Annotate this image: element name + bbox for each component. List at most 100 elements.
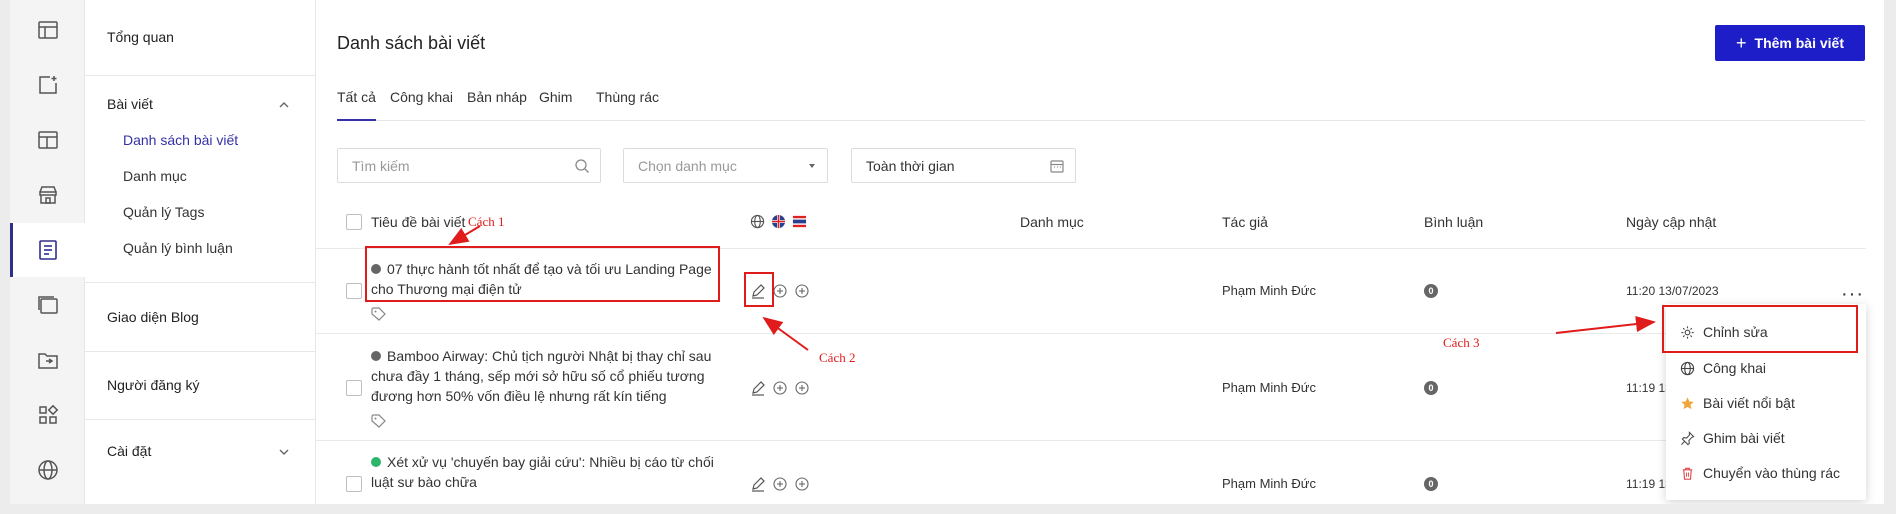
row-checkbox[interactable] [346, 283, 362, 299]
more-actions-icon[interactable]: ··· [1841, 283, 1864, 306]
post-title-link[interactable]: Xét xử vụ 'chuyến bay giải cứu': Nhiều b… [371, 452, 716, 492]
rail-layout-icon[interactable] [10, 113, 85, 167]
post-author: Phạm Minh Đức [1222, 380, 1316, 395]
comment-count-badge: 0 [1424, 477, 1438, 491]
page-title: Danh sách bài viết [337, 33, 486, 53]
col-title[interactable]: Tiêu đề bài viết [371, 214, 465, 230]
add-post-button[interactable]: + Thêm bài viết [1715, 25, 1865, 61]
search-icon [575, 159, 589, 173]
post-title-text: Bamboo Airway: Chủ tịch người Nhật bị th… [371, 348, 712, 404]
menu-pin-label: Ghim bài viết [1703, 430, 1785, 446]
chevron-down-icon[interactable] [277, 445, 291, 459]
post-updated: 11:19 13 [1626, 477, 1672, 491]
divider [85, 351, 316, 352]
secondary-nav: Tổng quan Bài viết Danh sách bài viết Da… [85, 0, 316, 504]
trash-icon [1682, 467, 1693, 480]
select-all-checkbox[interactable] [346, 214, 362, 230]
nav-post-list[interactable]: Danh sách bài viết [123, 132, 238, 148]
annotation-label-1: Cách 1 [468, 214, 505, 229]
scrollbar[interactable] [1884, 0, 1896, 514]
search-input[interactable]: Tìm kiếm [337, 148, 601, 183]
star-icon [1681, 396, 1694, 409]
add-translation-icon[interactable] [794, 380, 810, 396]
app-window: Tổng quan Bài viết Danh sách bài viết Da… [10, 0, 1884, 504]
rail-globe-icon[interactable] [10, 443, 85, 497]
add-translation-icon[interactable] [772, 476, 788, 492]
post-author: Phạm Minh Đức [1222, 283, 1316, 298]
annotation-label-2: Cách 2 [819, 350, 856, 365]
add-translation-icon[interactable] [794, 476, 810, 492]
divider [316, 440, 1866, 441]
annotation-box-menu [1662, 305, 1858, 353]
icon-rail [10, 0, 85, 504]
tag-icon[interactable] [371, 414, 387, 428]
menu-trash[interactable]: Chuyển vào thùng rác [1680, 465, 1840, 481]
main-content: Danh sách bài viết + Thêm bài viết Tất c… [316, 0, 1884, 504]
search-placeholder: Tìm kiếm [352, 157, 410, 174]
row-checkbox[interactable] [346, 476, 362, 492]
nav-posts-section[interactable]: Bài viết [107, 96, 153, 112]
col-updated[interactable]: Ngày cập nhật [1626, 214, 1716, 230]
tab-draft[interactable]: Bản nháp [467, 89, 527, 119]
tab-all[interactable]: Tất cả [337, 89, 376, 121]
rail-media-icon[interactable] [10, 278, 85, 332]
rail-apps-icon[interactable] [10, 388, 85, 442]
menu-featured-label: Bài viết nổi bật [1703, 395, 1795, 411]
language-flags [750, 214, 807, 229]
tag-icon[interactable] [371, 307, 387, 321]
globe-icon [750, 214, 765, 229]
annotation-box-title [365, 246, 720, 302]
rail-dashboard-icon[interactable] [10, 3, 85, 57]
col-comments[interactable]: Bình luận [1424, 214, 1483, 230]
nav-blog-ui[interactable]: Giao diện Blog [107, 309, 199, 325]
post-author: Phạm Minh Đức [1222, 476, 1316, 491]
post-title-text: Xét xử vụ 'chuyến bay giải cứu': Nhiều b… [371, 454, 714, 490]
category-select[interactable]: Chọn danh mục [623, 148, 828, 183]
caret-down-icon [809, 164, 815, 168]
nav-subscribers[interactable]: Người đăng ký [107, 377, 199, 393]
divider [85, 75, 316, 76]
tab-public[interactable]: Công khai [390, 89, 453, 119]
menu-featured[interactable]: Bài viết nổi bật [1680, 395, 1795, 411]
menu-publish-label: Công khai [1703, 360, 1767, 376]
tab-trash[interactable]: Thùng rác [596, 89, 659, 119]
rail-blog-icon[interactable] [10, 223, 85, 277]
rail-store-icon[interactable] [10, 168, 85, 222]
plus-icon: + [1736, 33, 1747, 53]
thai-flag-icon [792, 214, 807, 229]
edit-icon[interactable] [750, 380, 766, 396]
nav-overview[interactable]: Tổng quan [107, 29, 174, 45]
post-updated: 11:20 13/07/2023 [1626, 284, 1719, 298]
time-range-picker[interactable]: Toàn thời gian [851, 148, 1076, 183]
post-title-link[interactable]: Bamboo Airway: Chủ tịch người Nhật bị th… [371, 346, 716, 406]
row-checkbox[interactable] [346, 380, 362, 396]
time-range-value: Toàn thời gian [866, 157, 955, 174]
rail-files-icon[interactable] [10, 333, 85, 387]
nav-comments[interactable]: Quản lý bình luận [123, 240, 233, 256]
add-translation-icon[interactable] [772, 283, 788, 299]
row-actions [750, 380, 810, 396]
menu-pin[interactable]: Ghim bài viết [1680, 430, 1785, 446]
globe-icon [1680, 361, 1695, 375]
edit-icon[interactable] [750, 476, 766, 492]
comment-count-badge: 0 [1424, 284, 1438, 298]
add-translation-icon[interactable] [794, 283, 810, 299]
divider [85, 282, 316, 283]
col-author[interactable]: Tác giả [1222, 214, 1268, 230]
menu-publish[interactable]: Công khai [1680, 360, 1766, 376]
row-actions [750, 476, 810, 492]
tab-pinned[interactable]: Ghim [539, 89, 572, 119]
post-updated: 11:19 13 [1626, 381, 1672, 395]
col-category[interactable]: Danh mục [1020, 214, 1084, 230]
rail-new-post-icon[interactable] [10, 58, 85, 112]
status-tabs: Tất cả Công khai Bản nháp Ghim Thùng rác [337, 85, 1865, 121]
nav-categories[interactable]: Danh mục [123, 168, 187, 184]
annotation-label-3: Cách 3 [1443, 335, 1480, 350]
nav-settings[interactable]: Cài đặt [107, 443, 151, 459]
add-translation-icon[interactable] [772, 380, 788, 396]
nav-tags[interactable]: Quản lý Tags [123, 204, 204, 220]
comment-count-badge: 0 [1424, 381, 1438, 395]
divider [316, 333, 1866, 334]
chevron-up-icon[interactable] [277, 98, 291, 112]
divider [85, 419, 316, 420]
